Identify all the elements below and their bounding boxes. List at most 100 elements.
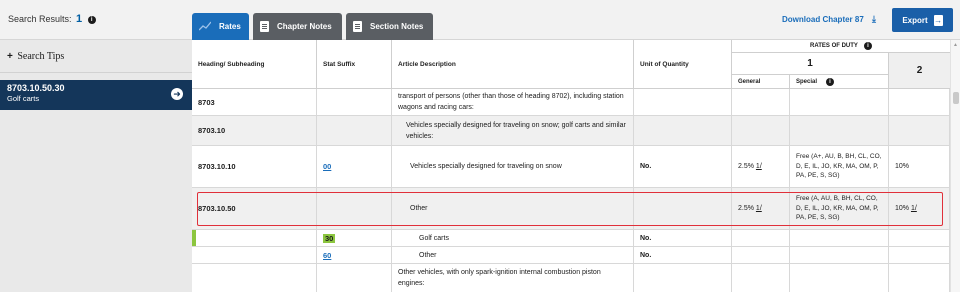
tab-chapter-notes[interactable]: Chapter Notes bbox=[253, 13, 342, 40]
heading-cell bbox=[192, 264, 317, 292]
footnote-link[interactable]: 1/ bbox=[756, 205, 762, 212]
download-chapter-link[interactable]: Download Chapter 87 ⤓ bbox=[782, 14, 876, 25]
general-rate: 2.5% bbox=[738, 163, 754, 170]
plus-icon: + bbox=[7, 51, 13, 62]
heading-cell: 8703.10.10 bbox=[192, 146, 317, 187]
description-cell: Other bbox=[392, 247, 634, 263]
arrow-right-icon[interactable]: ➜ bbox=[171, 88, 183, 100]
heading-cell: 8703.10.50 bbox=[192, 188, 317, 229]
unit-cell bbox=[634, 89, 732, 115]
heading-cell: 8703 bbox=[192, 89, 317, 115]
info-icon[interactable]: i bbox=[863, 42, 872, 50]
column-header-heading: Heading/ Subheading bbox=[192, 40, 317, 89]
search-results-count: 1 bbox=[76, 13, 83, 25]
special-cell: Free (A+, AU, B, BH, CL, CO, D, E, IL, J… bbox=[790, 146, 889, 187]
rates-of-duty-label: RATES OF DUTY bbox=[810, 43, 858, 49]
description-cell: Vehicles specially designed for travelin… bbox=[392, 116, 634, 145]
col2-rate: 10% bbox=[895, 205, 910, 212]
document-icon bbox=[353, 21, 362, 32]
tab-section-notes-label: Section Notes bbox=[370, 22, 424, 31]
stat-cell: 00 bbox=[317, 146, 392, 187]
vertical-scrollbar[interactable]: ▲ bbox=[950, 40, 960, 292]
sidebar-divider bbox=[0, 72, 192, 73]
col2-cell: 10% bbox=[889, 146, 950, 187]
unit-cell bbox=[634, 264, 732, 292]
footnote-link[interactable]: 1/ bbox=[911, 205, 917, 212]
stat-cell bbox=[317, 264, 392, 292]
table-row: Other vehicles, with only spark-ignition… bbox=[192, 264, 950, 292]
tariff-table: Heading/ Subheading Stat Suffix Article … bbox=[192, 40, 960, 292]
table-row: 8703.10 Vehicles specially designed for … bbox=[192, 116, 950, 146]
sidebar-result-item[interactable]: 8703.10.50.30 Golf carts ➜ bbox=[0, 80, 192, 110]
unit-cell: No. bbox=[634, 247, 732, 263]
search-results-label: Search Results: bbox=[8, 14, 72, 24]
general-cell bbox=[732, 116, 790, 145]
stat-cell bbox=[317, 89, 392, 115]
tab-chapter-notes-label: Chapter Notes bbox=[277, 22, 332, 31]
general-cell bbox=[732, 89, 790, 115]
special-cell bbox=[790, 230, 889, 246]
unit-cell bbox=[634, 116, 732, 145]
info-icon[interactable]: i bbox=[826, 77, 835, 86]
stat-cell bbox=[317, 188, 392, 229]
scrollbar-thumb[interactable] bbox=[953, 92, 959, 104]
general-cell bbox=[732, 264, 790, 292]
column-header-special: Special i bbox=[790, 75, 889, 89]
column-header-col1: 1 bbox=[732, 53, 889, 75]
special-cell: Free (A, AU, B, BH, CL, CO, D, E, IL, JO… bbox=[790, 188, 889, 229]
col2-cell bbox=[889, 264, 950, 292]
col2-cell: 10% 1/ bbox=[889, 188, 950, 229]
search-tips-toggle[interactable]: + Search Tips bbox=[7, 51, 64, 62]
col2-cell bbox=[889, 230, 950, 246]
column-header-article: Article Description bbox=[392, 40, 634, 89]
search-tips-label: Search Tips bbox=[17, 51, 65, 62]
download-icon: ⤓ bbox=[872, 14, 877, 24]
stat-suffix-link[interactable]: 00 bbox=[323, 162, 331, 171]
heading-cell: 8703.10 bbox=[192, 116, 317, 145]
stat-cell: 30 bbox=[317, 230, 392, 246]
tab-rates-label: Rates bbox=[219, 22, 241, 31]
export-icon: → bbox=[933, 14, 943, 26]
download-chapter-label: Download Chapter 87 bbox=[782, 15, 864, 24]
table-row: 60 Other No. bbox=[192, 247, 950, 264]
result-description: Golf carts bbox=[7, 94, 40, 103]
info-icon[interactable]: i bbox=[87, 16, 96, 24]
column-header-rates-of-duty: RATES OF DUTY i bbox=[732, 40, 950, 53]
general-cell: 2.5% 1/ bbox=[732, 188, 790, 229]
general-rate: 2.5% bbox=[738, 205, 754, 212]
export-label: Export bbox=[902, 15, 928, 25]
stat-suffix-link[interactable]: 60 bbox=[323, 251, 331, 260]
unit-cell: No. bbox=[634, 230, 732, 246]
column-header-col2: 2 bbox=[889, 53, 950, 89]
description-cell: Golf carts bbox=[392, 230, 634, 246]
scroll-up-icon[interactable]: ▲ bbox=[953, 42, 958, 48]
general-cell bbox=[732, 230, 790, 246]
description-cell: Other bbox=[392, 188, 634, 229]
table-row: 8703.10.10 00 Vehicles specially designe… bbox=[192, 146, 950, 188]
special-cell bbox=[790, 89, 889, 115]
general-cell bbox=[732, 247, 790, 263]
special-cell bbox=[790, 247, 889, 263]
description-cell: transport of persons (other than those o… bbox=[392, 89, 634, 115]
special-cell bbox=[790, 116, 889, 145]
chart-icon bbox=[198, 21, 212, 33]
col2-cell bbox=[889, 247, 950, 263]
heading-cell bbox=[192, 230, 317, 246]
column-header-general: General bbox=[732, 75, 790, 89]
tab-section-notes[interactable]: Section Notes bbox=[346, 13, 433, 40]
footnote-link[interactable]: 1/ bbox=[756, 163, 762, 170]
special-label: Special bbox=[796, 78, 818, 85]
stat-cell bbox=[317, 116, 392, 145]
table-row: 8703.10.50 Other 2.5% 1/ Free (A, AU, B,… bbox=[192, 188, 950, 230]
result-code: 8703.10.50.30 bbox=[7, 83, 65, 93]
special-cell bbox=[790, 264, 889, 292]
column-header-stat-suffix: Stat Suffix bbox=[317, 40, 392, 89]
stat-suffix-highlight[interactable]: 30 bbox=[323, 233, 336, 243]
tab-rates[interactable]: Rates bbox=[192, 13, 249, 40]
general-cell: 2.5% 1/ bbox=[732, 146, 790, 187]
heading-cell bbox=[192, 247, 317, 263]
sidebar: + Search Tips 8703.10.50.30 Golf carts ➜ bbox=[0, 40, 192, 292]
document-icon bbox=[260, 21, 269, 32]
export-button[interactable]: Export → bbox=[892, 8, 953, 32]
description-cell: Other vehicles, with only spark-ignition… bbox=[392, 264, 634, 292]
